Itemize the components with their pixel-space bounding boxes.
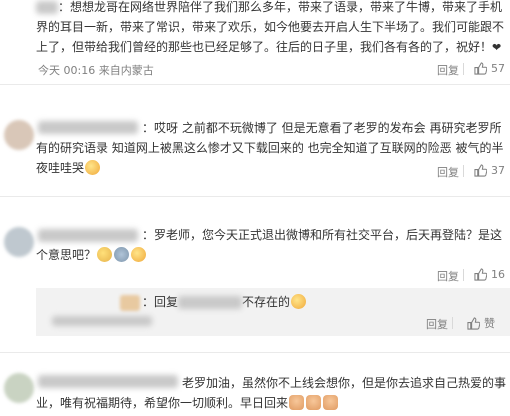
comment-time: 今天 00:16 来自内蒙古 [38,64,154,77]
fist-emoji [289,395,305,410]
thinking-emoji [97,247,113,262]
reply-target-username[interactable] [178,296,243,309]
reply-button[interactable]: 回复 [426,316,448,332]
like-button[interactable]: 57 [473,61,505,75]
reply-button[interactable]: 回复 [437,268,459,284]
divider [452,317,453,329]
thumbs-up-icon [466,316,480,330]
reply-button[interactable]: 回复 [437,164,459,180]
like-count: 57 [491,61,505,75]
reply-button[interactable]: 回复 [437,62,459,78]
like-button[interactable]: 赞 [466,315,495,331]
thumbs-up-icon [473,61,487,75]
comment-text: ：哎呀 之前都不玩微博了 但是无意看了老罗的发布会 再研究老罗所有的研究语录 知… [36,121,504,175]
fist-emoji [323,395,339,410]
avatar[interactable] [4,120,34,150]
comment-5: 老罗加油，虽然你不上线会想你，但是你去追求自己热爱的事业，唯有祝福期待，希望你一… [0,353,510,416]
comment-3: ：罗老师，您今天正式退出微博和所有社交平台，后天再登陆？是这个意思吧？ 回复 1… [0,197,510,293]
crying-laughing-emoji [85,160,101,175]
comment-text: ：罗老师，您今天正式退出微博和所有社交平台，后天再登陆？是这个意思吧？ [36,228,503,262]
comment-2: ：哎呀 之前都不玩微博了 但是无意看了老罗的发布会 再研究老罗所有的研究语录 知… [0,85,510,185]
avatar[interactable] [4,227,34,257]
doge-emoji [114,247,130,262]
like-button[interactable]: 16 [473,267,505,281]
nested-reply: ：回复 不存在的 回复 赞 [36,288,510,336]
fist-emoji [306,395,322,410]
divider [463,269,464,281]
comment-1: ：想想龙哥在网络世界陪伴了我们那么多年，带来了语录，带来了牛博，带来了手机界的耳… [0,0,510,82]
comment-text: 老罗加油，虽然你不上线会想你，但是你去追求自己热爱的事业，唯有祝福期待，希望你一… [36,376,507,410]
grin-emoji [131,247,147,262]
thumbs-up-icon [473,267,487,281]
divider [463,165,464,177]
comment-text: ：想想龙哥在网络世界陪伴了我们那么多年，带来了语录，带来了牛博，带来了手机界的耳… [36,0,505,54]
reply-avatar [120,295,140,311]
thumbs-up-icon [473,163,487,177]
smirk-emoji [291,294,307,309]
like-count: 16 [491,267,505,281]
username[interactable] [36,1,58,14]
avatar[interactable] [4,373,34,403]
heart-icon: ❤ [492,41,502,54]
divider [463,63,464,75]
like-count: 37 [491,163,505,177]
reply-time [52,316,152,326]
reply-text: ：回复 不存在的 [142,292,502,312]
like-button[interactable]: 37 [473,163,505,177]
